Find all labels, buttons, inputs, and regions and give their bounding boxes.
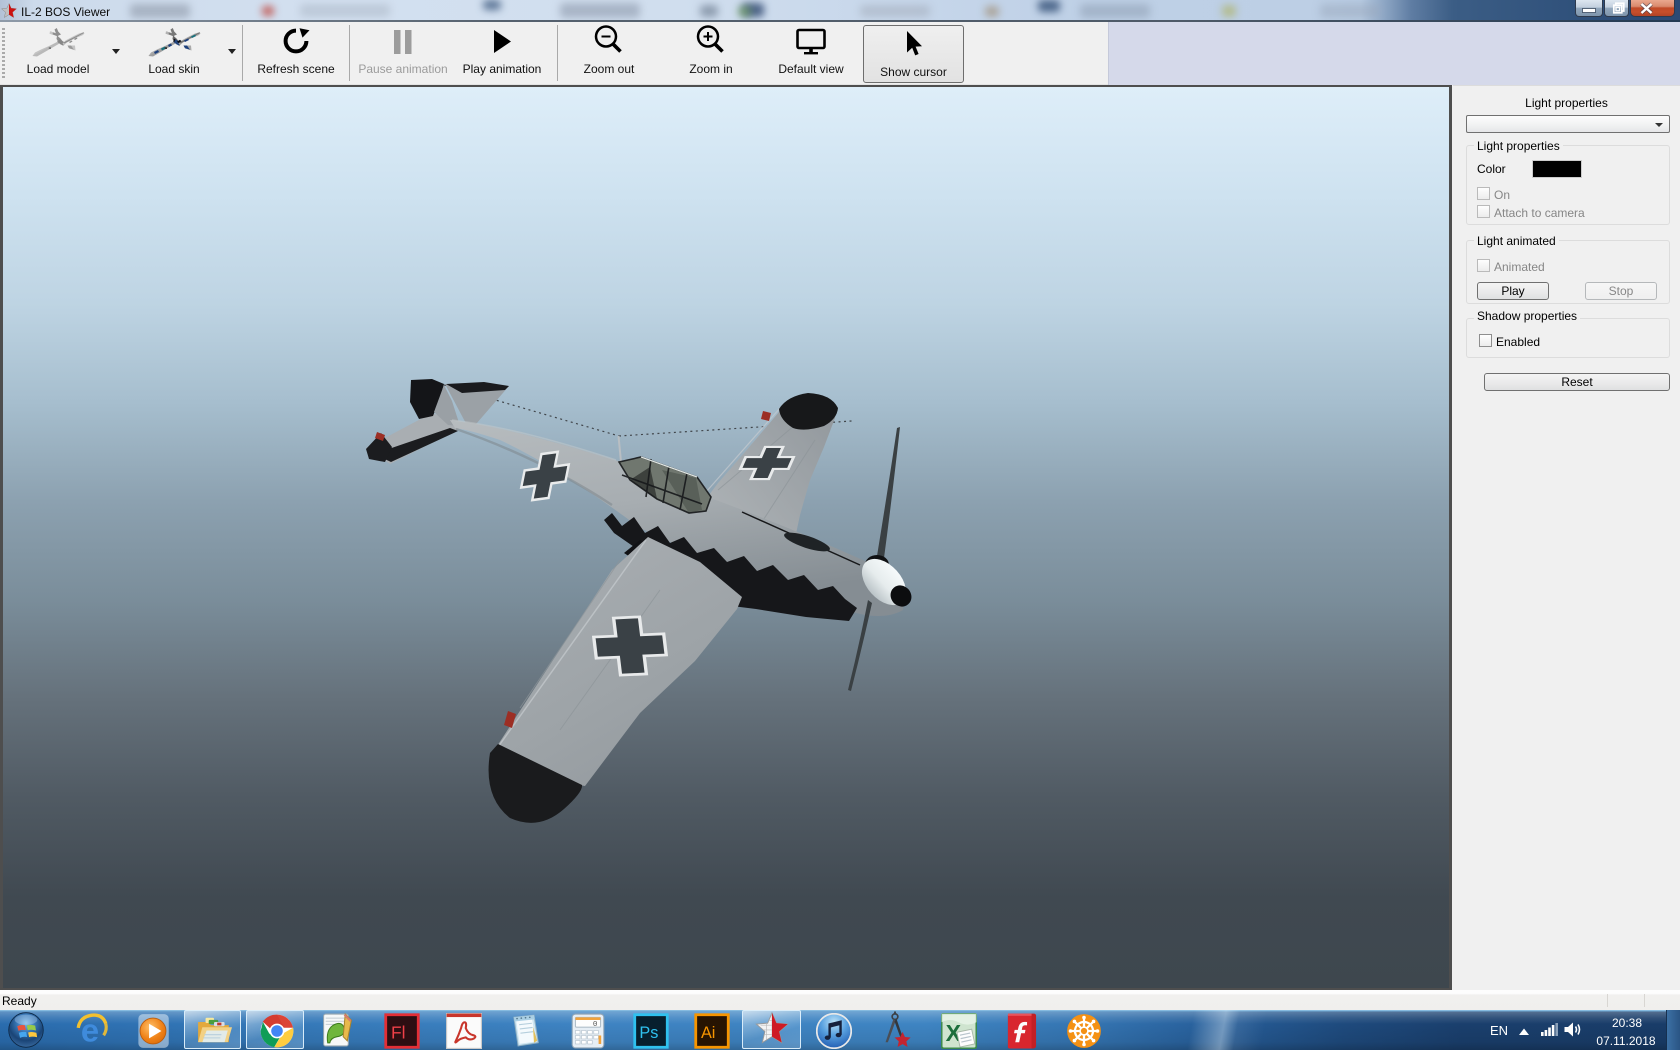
svg-text:Ps: Ps bbox=[639, 1024, 658, 1042]
svg-text:Fl: Fl bbox=[391, 1023, 406, 1043]
svg-text:Ai: Ai bbox=[701, 1024, 715, 1042]
svg-text:0: 0 bbox=[593, 1021, 598, 1029]
